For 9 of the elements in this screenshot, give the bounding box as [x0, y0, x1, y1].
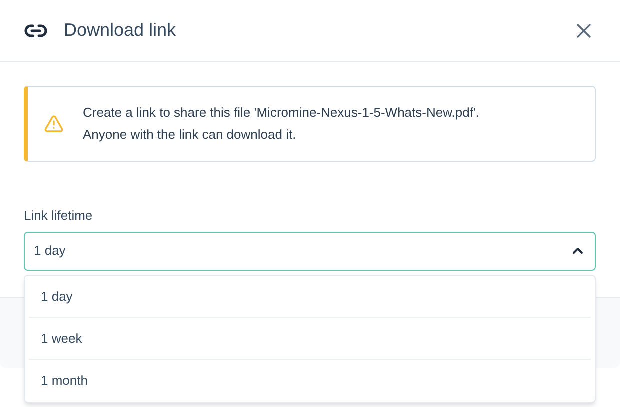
dropdown-option[interactable]: 1 month: [29, 360, 591, 402]
field-label: Link lifetime: [24, 207, 94, 225]
lifetime-select[interactable]: 1 day: [24, 232, 596, 270]
dropdown-option[interactable]: 1 week: [29, 318, 591, 360]
warning-icon: [44, 114, 64, 134]
alert-text: Create a link to share this file 'Micromine-Nexus-1-5-Whats-New.pdf'.: [83, 104, 480, 122]
dropdown-option[interactable]: 1 day: [29, 276, 591, 318]
alert-text: Anyone with the link can download it.: [83, 126, 298, 144]
dialog-title: Download link: [64, 19, 176, 42]
